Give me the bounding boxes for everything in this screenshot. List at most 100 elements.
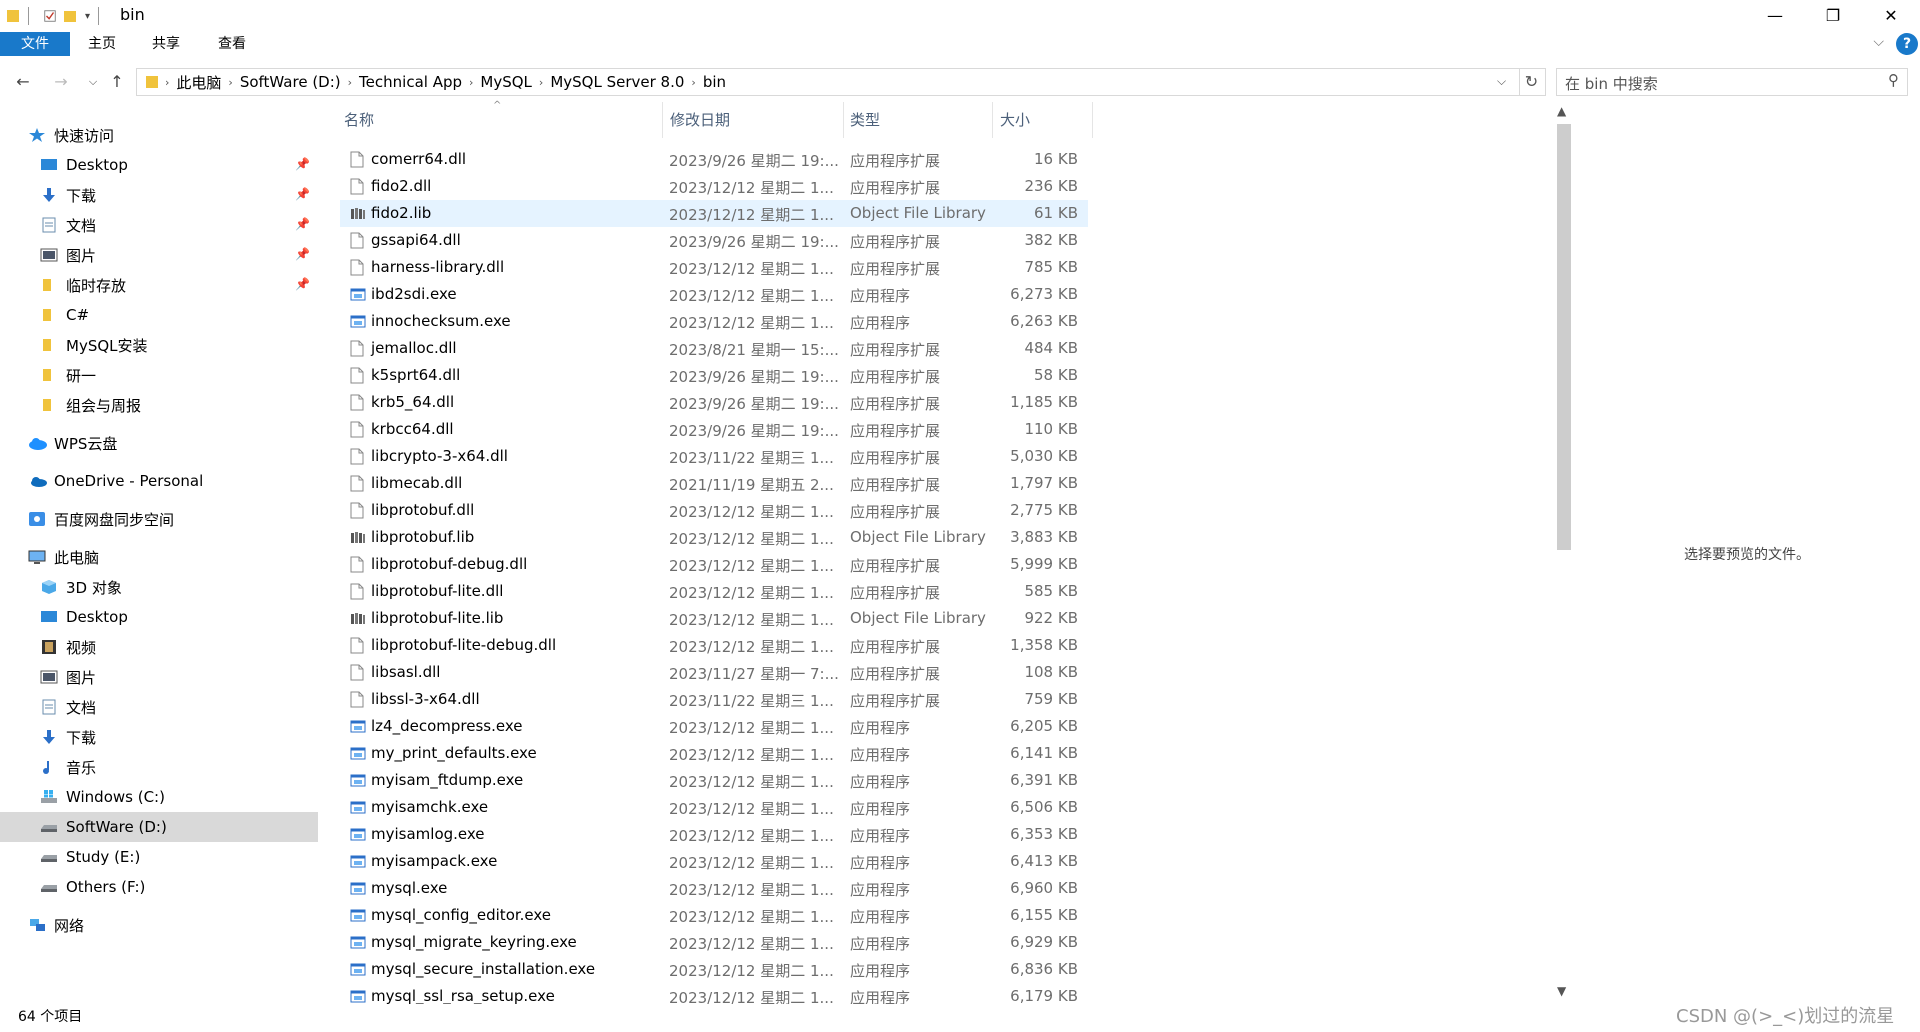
breadcrumb-mysql[interactable]: MySQL [480, 73, 532, 91]
file-row[interactable]: krb5_64.dll 2023/9/26 星期二 19:... 应用程序扩展 1,1… [340, 389, 1088, 416]
pin-icon[interactable]: 📌 [295, 187, 310, 201]
nav-item[interactable]: 下载 [0, 722, 318, 752]
file-row[interactable]: gssapi64.dll 2023/9/26 星期二 19:... 应用程序扩展 38… [340, 227, 1088, 254]
nav-item[interactable]: 下载 📌 [0, 180, 318, 210]
file-row[interactable]: libsasl.dll 2023/11/27 星期一 7:... 应用程序扩展 108… [340, 659, 1088, 686]
tab-file[interactable]: 文件 [0, 32, 70, 56]
file-row[interactable]: jemalloc.dll 2023/8/21 星期一 15:... 应用程序扩展 48… [340, 335, 1088, 362]
folder-icon[interactable] [6, 8, 20, 24]
nav-item[interactable]: Desktop [0, 602, 318, 632]
breadcrumb-this-pc[interactable]: 此电脑 [176, 72, 221, 93]
file-row[interactable]: libcrypto-3-x64.dll 2023/11/22 星期三 1... 应用… [340, 443, 1088, 470]
new-folder-icon[interactable] [63, 8, 77, 24]
forward-button[interactable]: → [48, 70, 74, 94]
address-dropdown-icon[interactable]: ⌵ [1497, 74, 1506, 89]
column-divider[interactable] [843, 102, 844, 138]
file-row[interactable]: krbcc64.dll 2023/9/26 星期二 19:... 应用程序扩展 110… [340, 416, 1088, 443]
vertical-scrollbar[interactable]: ▲ ▼ [1554, 104, 1574, 1004]
file-row[interactable]: my_print_defaults.exe 2023/12/12 星期二 1...… [340, 740, 1088, 767]
expand-ribbon-icon[interactable]: ⌵ [1873, 34, 1884, 50]
minimize-button[interactable]: — [1746, 0, 1804, 30]
nav-item[interactable]: 百度网盘同步空间 [0, 504, 318, 534]
pin-icon[interactable]: 📌 [295, 157, 310, 171]
breadcrumb-technical-app[interactable]: Technical App [359, 73, 462, 91]
properties-icon[interactable] [43, 8, 57, 24]
column-divider[interactable] [992, 102, 993, 138]
nav-item[interactable]: 3D 对象 [0, 572, 318, 602]
nav-item[interactable]: Others (F:) [0, 872, 318, 902]
nav-item[interactable]: C# [0, 300, 318, 330]
tab-view[interactable]: 查看 [206, 32, 258, 56]
nav-item[interactable]: 网络 [0, 910, 318, 940]
tab-home[interactable]: 主页 [76, 32, 128, 56]
back-button[interactable]: ← [10, 70, 36, 94]
nav-item[interactable]: SoftWare (D:) [0, 812, 318, 842]
column-header-type[interactable]: 类型 [850, 102, 880, 138]
pin-icon[interactable]: 📌 [295, 217, 310, 231]
refresh-button[interactable]: ↻ [1518, 68, 1546, 96]
column-divider[interactable] [662, 102, 663, 138]
breadcrumb-mysql-server[interactable]: MySQL Server 8.0 [550, 73, 684, 91]
chevron-right-icon[interactable]: › [691, 76, 695, 89]
file-row[interactable]: mysql_config_editor.exe 2023/12/12 星期二 1.… [340, 902, 1088, 929]
nav-item[interactable]: WPS云盘 [0, 428, 318, 458]
nav-item[interactable]: MySQL安装 [0, 330, 318, 360]
tab-share[interactable]: 共享 [140, 32, 192, 56]
nav-item[interactable]: Desktop 📌 [0, 150, 318, 180]
file-row[interactable]: myisampack.exe 2023/12/12 星期二 1... 应用程序 6,4… [340, 848, 1088, 875]
file-row[interactable]: mysql.exe 2023/12/12 星期二 1... 应用程序 6,960 KB [340, 875, 1088, 902]
pin-icon[interactable]: 📌 [295, 277, 310, 291]
recent-locations-icon[interactable]: ⌵ [80, 70, 106, 94]
scroll-down-icon[interactable]: ▼ [1557, 984, 1566, 998]
nav-item[interactable]: 文档 📌 [0, 210, 318, 240]
nav-item[interactable]: 音乐 [0, 752, 318, 782]
file-row[interactable]: libprotobuf-debug.dll 2023/12/12 星期二 1...… [340, 551, 1088, 578]
column-divider[interactable] [1092, 102, 1093, 138]
nav-item[interactable]: 图片 📌 [0, 240, 318, 270]
file-row[interactable]: libprotobuf-lite.lib 2023/12/12 星期二 1... O… [340, 605, 1088, 632]
column-header-date[interactable]: 修改日期 [670, 102, 730, 138]
file-row[interactable]: innochecksum.exe 2023/12/12 星期二 1... 应用程序 6… [340, 308, 1088, 335]
nav-item[interactable]: 视频 [0, 632, 318, 662]
column-header-size[interactable]: 大小 [1000, 102, 1030, 138]
close-button[interactable]: ✕ [1862, 0, 1920, 30]
address-bar[interactable]: › 此电脑 › SoftWare (D:) › Technical App › … [136, 68, 1520, 96]
breadcrumb-software-d[interactable]: SoftWare (D:) [240, 73, 341, 91]
nav-item[interactable]: Study (E:) [0, 842, 318, 872]
file-row[interactable]: mysql_ssl_rsa_setup.exe 2023/12/12 星期二 1.… [340, 983, 1088, 1004]
up-button[interactable]: ↑ [104, 70, 130, 94]
pin-icon[interactable]: 📌 [295, 247, 310, 261]
file-row[interactable]: harness-library.dll 2023/12/12 星期二 1... 应用… [340, 254, 1088, 281]
breadcrumb-bin[interactable]: bin [703, 73, 726, 91]
file-row[interactable]: mysql_secure_installation.exe 2023/12/12 … [340, 956, 1088, 983]
customize-qat-icon[interactable]: ▾ [85, 11, 90, 22]
nav-item[interactable]: Windows (C:) [0, 782, 318, 812]
file-row[interactable]: lz4_decompress.exe 2023/12/12 星期二 1... 应用程… [340, 713, 1088, 740]
file-row[interactable]: libssl-3-x64.dll 2023/11/22 星期三 1... 应用程序扩… [340, 686, 1088, 713]
chevron-right-icon[interactable]: › [348, 76, 352, 89]
file-row[interactable]: libprotobuf.dll 2023/12/12 星期二 1... 应用程序扩展… [340, 497, 1088, 524]
file-row[interactable]: myisamlog.exe 2023/12/12 星期二 1... 应用程序 6,35… [340, 821, 1088, 848]
scroll-up-icon[interactable]: ▲ [1557, 104, 1566, 118]
nav-item[interactable]: OneDrive - Personal [0, 466, 318, 496]
file-row[interactable]: myisamchk.exe 2023/12/12 星期二 1... 应用程序 6,50… [340, 794, 1088, 821]
chevron-right-icon[interactable]: › [228, 76, 232, 89]
scrollbar-thumb[interactable] [1557, 124, 1571, 550]
file-row[interactable]: libmecab.dll 2021/11/19 星期五 2... 应用程序扩展 1,7… [340, 470, 1088, 497]
file-row[interactable]: ibd2sdi.exe 2023/12/12 星期二 1... 应用程序 6,273 … [340, 281, 1088, 308]
help-button[interactable]: ? [1896, 33, 1918, 55]
file-row[interactable]: fido2.lib 2023/12/12 星期二 1... Object File … [340, 200, 1088, 227]
nav-item[interactable]: 研一 [0, 360, 318, 390]
nav-item[interactable]: 组会与周报 [0, 390, 318, 420]
maximize-button[interactable]: ❐ [1804, 0, 1862, 30]
file-row[interactable]: myisam_ftdump.exe 2023/12/12 星期二 1... 应用程序… [340, 767, 1088, 794]
file-row[interactable]: mysql_migrate_keyring.exe 2023/12/12 星期二 … [340, 929, 1088, 956]
file-row[interactable]: libprotobuf-lite.dll 2023/12/12 星期二 1... 应… [340, 578, 1088, 605]
file-row[interactable]: libprotobuf.lib 2023/12/12 星期二 1... Object… [340, 524, 1088, 551]
nav-item[interactable]: 临时存放 📌 [0, 270, 318, 300]
file-row[interactable]: comerr64.dll 2023/9/26 星期二 19:... 应用程序扩展 16… [340, 146, 1088, 173]
chevron-right-icon[interactable]: › [469, 76, 473, 89]
file-row[interactable]: libprotobuf-lite-debug.dll 2023/12/12 星期二… [340, 632, 1088, 659]
file-row[interactable]: k5sprt64.dll 2023/9/26 星期二 19:... 应用程序扩展 58… [340, 362, 1088, 389]
search-input[interactable]: 在 bin 中搜索 ⚲ [1556, 68, 1908, 96]
